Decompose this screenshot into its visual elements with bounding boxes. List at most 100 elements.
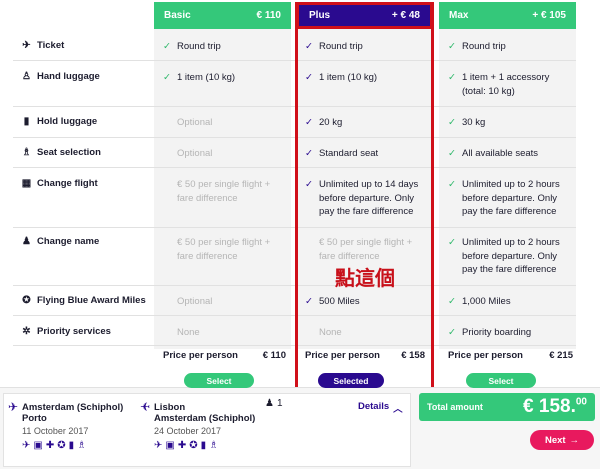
max-change-name: ✓ Unlimited up to 2 hours before departur…: [448, 237, 560, 275]
row-divider: [13, 137, 576, 138]
row-label-ticket: ✈ Ticket: [22, 40, 65, 51]
check-icon: ✓: [448, 296, 456, 307]
max-price-per-person: Price per person € 215: [448, 350, 573, 361]
check-icon: ✓: [448, 327, 456, 338]
row-label-priority: ✲ Priority services: [22, 326, 111, 337]
max-ticket: ✓ Round trip: [448, 41, 506, 52]
check-icon: ✓: [448, 41, 456, 52]
inbound-to: Amsterdam (Schiphol): [154, 413, 256, 424]
total-amount: € 158.00: [523, 396, 587, 417]
hold-luggage-icon: ▮: [23, 116, 30, 127]
change-icon: ✚: [45, 440, 55, 451]
plus-price-per-person: Price per person € 158: [305, 350, 425, 361]
plus-seat-selection: ✓ Standard seat: [305, 148, 379, 159]
plus-award-miles: ✓ 500 Miles: [305, 296, 360, 307]
inbound-plane-icon: ✈: [140, 400, 151, 414]
seat-icon: ♗: [77, 440, 87, 451]
annotation-text: 點這個: [335, 266, 395, 290]
row-label-hold-luggage: ▮ Hold luggage: [21, 116, 97, 127]
basic-priority: None: [177, 327, 200, 338]
check-icon: ✓: [163, 72, 171, 83]
row-divider: [13, 167, 576, 168]
priority-icon: ✲: [22, 326, 31, 337]
total-label: Total amount: [427, 402, 483, 412]
outbound-from: Amsterdam (Schiphol): [22, 402, 124, 413]
plane-icon: ✈: [22, 440, 31, 451]
max-hand-luggage: ✓ 1 item + 1 accessory (total: 10 kg): [448, 72, 550, 97]
award-icon: ✪: [189, 440, 198, 451]
max-seat-selection: ✓ All available seats: [448, 148, 539, 159]
change-icon: ✚: [177, 440, 187, 451]
basic-change-name: € 50 per single flight + fare difference: [177, 237, 271, 262]
basic-hand-luggage: ✓ 1 item (10 kg): [163, 72, 236, 83]
outbound-to: Porto: [22, 413, 47, 424]
plus-header[interactable]: Plus + € 48: [296, 2, 433, 29]
arrow-right-icon: →: [569, 434, 580, 446]
basic-award-miles: Optional: [177, 296, 213, 307]
plus-priority: None: [319, 327, 342, 338]
inbound-from: Lisbon: [154, 402, 186, 413]
check-icon: ✓: [305, 148, 313, 159]
award-icon: ✪: [22, 295, 31, 306]
plus-change-name: € 50 per single flight + fare difference: [319, 237, 413, 262]
max-hold-luggage: ✓ 30 kg: [448, 117, 486, 128]
row-divider: [13, 106, 576, 107]
fare-comparison-table: Basic € 110 Plus + € 48 Max + € 105 ✈ Ti…: [13, 0, 599, 390]
plus-hold-luggage: ✓ 20 kg: [305, 117, 343, 128]
total-cents: 00: [575, 396, 587, 408]
row-divider: [13, 227, 576, 228]
plus-ticket: ✓ Round trip: [305, 41, 363, 52]
check-icon: ✓: [163, 41, 171, 52]
check-icon: ✓: [305, 296, 313, 307]
outbound-date: 11 October 2017: [22, 426, 89, 436]
hand-luggage-icon: ▣: [165, 440, 175, 451]
row-label-hand-luggage: ♙ Hand luggage: [22, 71, 100, 82]
seat-icon: ♗: [22, 147, 31, 158]
select-max-button[interactable]: Select: [466, 373, 536, 388]
select-basic-button[interactable]: Select: [184, 373, 254, 388]
row-label-award-miles: ✪ Flying Blue Award Miles: [22, 295, 146, 306]
outbound-plane-icon: ✈: [8, 400, 19, 414]
plus-change-flight: ✓ Unlimited up to 14 days before departur…: [305, 179, 419, 217]
person-icon: ♟: [22, 236, 31, 247]
basic-ticket: ✓ Round trip: [163, 41, 221, 52]
basic-seat-selection: Optional: [177, 148, 213, 159]
row-label-seat-selection: ♗ Seat selection: [22, 147, 101, 158]
basic-name: Basic: [164, 10, 191, 21]
inbound-leg: Lisbon Amsterdam (Schiphol) 24 October 2…: [154, 402, 255, 451]
row-label-change-flight: ▦ Change flight: [21, 178, 98, 189]
max-priority: ✓ Priority boarding: [448, 327, 532, 338]
outbound-leg: Amsterdam (Schiphol) Porto 11 October 20…: [22, 402, 123, 451]
inbound-fare-icons: ✈ ▣ ✚ ✪ ▮ ♗: [154, 440, 255, 451]
hand-luggage-icon: ♙: [22, 71, 31, 82]
total-amount-box: Total amount € 158.00: [419, 393, 595, 421]
plus-hand-luggage: ✓ 1 item (10 kg): [305, 72, 378, 83]
check-icon: ✓: [305, 179, 313, 190]
chevron-up-icon: ︿: [393, 404, 403, 415]
check-icon: ✓: [448, 237, 456, 248]
check-icon: ✓: [448, 117, 456, 128]
hold-luggage-icon: ▮: [68, 440, 75, 451]
basic-header[interactable]: Basic € 110: [154, 2, 291, 29]
check-icon: ✓: [448, 72, 456, 83]
basic-price-per-person: Price per person € 110: [163, 350, 286, 361]
award-icon: ✪: [57, 440, 66, 451]
calendar-icon: ▦: [21, 178, 32, 189]
next-button[interactable]: Next →: [530, 430, 594, 450]
plus-name: Plus: [309, 10, 331, 21]
check-icon: ✓: [305, 41, 313, 52]
row-divider: [13, 285, 576, 286]
check-icon: ✓: [448, 148, 456, 159]
check-icon: ✓: [448, 179, 456, 190]
max-header[interactable]: Max + € 105: [439, 2, 576, 29]
itinerary-panel: ✈ Amsterdam (Schiphol) Porto 11 October …: [3, 393, 411, 467]
plane-icon: ✈: [154, 440, 163, 451]
check-icon: ✓: [305, 72, 313, 83]
seat-icon: ♗: [209, 440, 219, 451]
details-toggle[interactable]: Details ︿: [358, 401, 403, 415]
select-plus-button[interactable]: Selected: [318, 373, 384, 388]
max-price: + € 105: [532, 10, 566, 21]
max-name: Max: [449, 10, 469, 21]
basic-hold-luggage: Optional: [177, 117, 213, 128]
row-label-change-name: ♟ Change name: [22, 236, 100, 247]
